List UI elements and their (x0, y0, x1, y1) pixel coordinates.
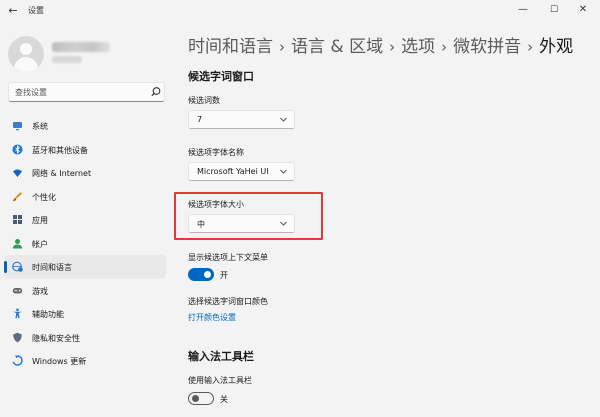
candidate-count-label: 候选词数 (188, 96, 220, 105)
breadcrumb-item-language-region[interactable]: 语言 & 区域 (291, 37, 383, 57)
section-title-candidate-window: 候选字词窗口 (188, 70, 254, 83)
wifi-icon (13, 169, 22, 177)
sidebar-item[interactable]: 辅助功能 (4, 302, 166, 326)
apps-icon (13, 215, 22, 224)
font-size-dropdown[interactable]: 中 (188, 214, 295, 233)
window-color-label: 选择候选字词窗口颜色 (188, 297, 268, 306)
ime-toolbar-state: 关 (220, 395, 228, 404)
globe-clock-icon (12, 261, 23, 272)
font-size-value: 中 (197, 220, 205, 229)
breadcrumb: 时间和语言 › 语言 & 区域 › 选项 › 微软拼音 › 外观 (188, 32, 573, 57)
brush-icon (13, 191, 22, 201)
sidebar-item[interactable]: 时间和语言 (4, 255, 166, 279)
breadcrumb-item-microsoft-pinyin[interactable]: 微软拼音 (453, 37, 521, 57)
font-size-label: 候选项字体大小 (188, 200, 244, 209)
sidebar-item[interactable]: 个性化 (4, 185, 166, 209)
breadcrumb-separator: › (389, 38, 396, 56)
account-subtitle-redacted (52, 56, 82, 63)
avatar-head (20, 43, 32, 55)
sidebar-item-label: 蓝牙和其他设备 (32, 145, 88, 155)
sidebar: 系统蓝牙和其他设备网络 & Internet 个性化应用帐户时间和语言游戏辅助功能… (0, 22, 172, 417)
breadcrumb-separator: › (279, 38, 285, 56)
person-icon (13, 238, 22, 248)
sidebar-item-label: 应用 (32, 216, 48, 225)
font-name-dropdown[interactable]: Microsoft YaHei UI (188, 162, 295, 181)
chevron-down-icon (280, 117, 287, 122)
font-name-value: Microsoft YaHei UI (197, 167, 269, 176)
sidebar-item[interactable]: Windows 更新 (4, 349, 166, 373)
close-button[interactable]: ✕ (573, 2, 593, 18)
search-box[interactable] (8, 82, 165, 102)
toggle-knob (204, 271, 211, 278)
sidebar-item[interactable]: 系统 (4, 114, 166, 138)
breadcrumb-item-options[interactable]: 选项 (401, 37, 435, 57)
sidebar-item[interactable]: 隐私和安全性 (4, 326, 166, 350)
sidebar-item-label: 个性化 (32, 192, 56, 202)
breadcrumb-separator: › (441, 38, 448, 56)
use-ime-toolbar-label: 使用输入法工具栏 (188, 376, 252, 385)
breadcrumb-item-time-language[interactable]: 时间和语言 (188, 37, 273, 57)
chevron-down-icon (280, 221, 287, 226)
open-color-settings-link[interactable]: 打开颜色设置 (188, 312, 236, 323)
sidebar-item[interactable]: 蓝牙和其他设备 (4, 138, 166, 162)
accessibility-icon (13, 308, 22, 319)
monitor-icon (13, 122, 22, 131)
avatar-body (14, 57, 38, 72)
sidebar-item-label: 系统 (32, 122, 48, 131)
breadcrumb-separator: › (527, 38, 534, 56)
gamepad-icon (12, 287, 23, 293)
search-input[interactable] (15, 86, 140, 99)
sidebar-item[interactable]: 应用 (4, 208, 166, 232)
main-content: 时间和语言 › 语言 & 区域 › 选项 › 微软拼音 › 外观 候选字词窗口 候选词数 7 候… (172, 22, 600, 417)
sidebar-item-label: Windows 更新 (32, 357, 87, 366)
sidebar-item-label: 网络 & Internet (32, 169, 92, 178)
candidate-count-value: 7 (197, 115, 203, 124)
ime-toolbar-toggle[interactable] (188, 392, 214, 405)
minimize-button[interactable]: — (513, 2, 533, 18)
sidebar-item-label: 游戏 (32, 286, 48, 296)
sidebar-item-label: 辅助功能 (32, 310, 64, 319)
sidebar-item[interactable]: 帐户 (4, 232, 166, 256)
update-icon (12, 355, 23, 366)
avatar[interactable] (8, 36, 44, 72)
section-title-ime-toolbar: 输入法工具栏 (188, 350, 254, 363)
sidebar-item-label: 时间和语言 (32, 263, 72, 272)
sidebar-nav: 系统蓝牙和其他设备 网络 & Internet 个性化应用帐户时间和语言游戏辅助功能… (4, 114, 166, 373)
context-menu-label: 显示候选项上下文菜单 (188, 253, 268, 262)
chevron-down-icon (280, 169, 287, 174)
sidebar-item[interactable]: 网络 & Internet (4, 161, 166, 185)
window-title: 设置 (28, 6, 44, 15)
search-icon[interactable] (149, 85, 163, 99)
account-name-redacted (52, 42, 110, 52)
title-bar: ← 设置 — ☐ ✕ (0, 0, 600, 22)
sidebar-item-label: 帐户 (32, 239, 48, 249)
font-name-label: 候选项字体名称 (188, 148, 244, 157)
back-button[interactable]: ← (5, 3, 21, 19)
context-menu-state: 开 (220, 271, 228, 280)
candidate-count-dropdown[interactable]: 7 (188, 110, 295, 129)
bluetooth-icon (12, 144, 23, 154)
sidebar-item[interactable]: 游戏 (4, 279, 166, 303)
sidebar-item-label: 隐私和安全性 (32, 333, 80, 343)
maximize-button[interactable]: ☐ (544, 2, 564, 18)
shield-icon (13, 332, 22, 342)
page-title: 外观 (539, 37, 574, 57)
context-menu-toggle[interactable] (188, 268, 214, 281)
toggle-knob (192, 395, 199, 402)
